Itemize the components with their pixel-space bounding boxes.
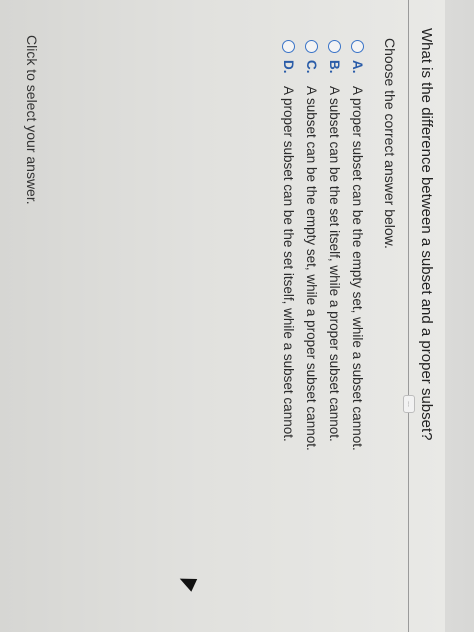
divider (408, 0, 409, 632)
option-b[interactable]: B. A subset can be the set itself, while… (323, 40, 346, 451)
radio-a[interactable] (351, 40, 364, 53)
photo-stage: M ▤ ▭ What is the difference between a s… (0, 0, 474, 632)
footer-hint: Click to select your answer. (24, 35, 40, 205)
radio-d[interactable] (282, 40, 295, 53)
option-d[interactable]: D. A proper subset can be the set itself… (277, 40, 300, 451)
option-a[interactable]: A. A proper subset can be the empty set,… (346, 40, 369, 451)
option-c[interactable]: C. A subset can be the empty set, while … (300, 40, 323, 451)
option-letter: D. (281, 60, 296, 74)
radio-c[interactable] (305, 40, 318, 53)
answer-options: A. A proper subset can be the empty set,… (277, 40, 369, 451)
option-text: A subset can be the empty set, while a p… (304, 86, 319, 451)
radio-b[interactable] (328, 40, 341, 53)
option-text: A subset can be the set itself, while a … (327, 86, 342, 442)
question-text: What is the difference between a subset … (418, 28, 435, 441)
question-panel: What is the difference between a subset … (0, 0, 445, 632)
option-text: A proper subset can be the empty set, wh… (350, 86, 365, 451)
more-indicator[interactable]: ... (403, 395, 415, 413)
instruction-text: Choose the correct answer below. (382, 38, 398, 249)
option-text: A proper subset can be the set itself, w… (281, 86, 296, 442)
option-letter: A. (350, 60, 365, 74)
option-letter: C. (304, 60, 319, 74)
option-letter: B. (327, 60, 342, 74)
